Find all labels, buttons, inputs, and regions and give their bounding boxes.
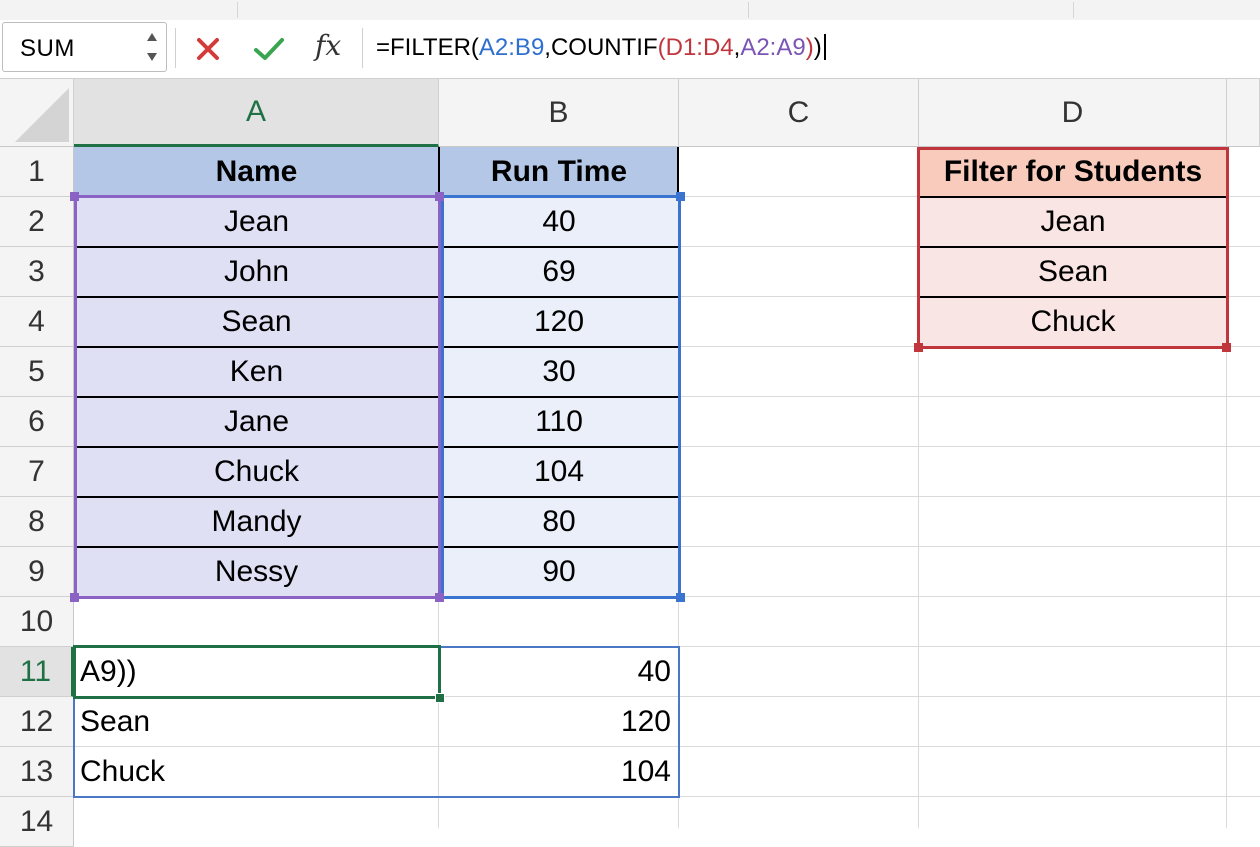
formula-input[interactable]: =FILTER(A2:B9,COUNTIF(D1:D4,A2:A9)) [376, 34, 826, 62]
name-box-value: SUM [20, 35, 75, 62]
active-cell[interactable] [73, 645, 441, 699]
range-handle[interactable] [1222, 343, 1231, 352]
column-header-a[interactable]: A [74, 79, 439, 147]
fill-handle[interactable] [435, 693, 445, 703]
toolbar-separator [237, 2, 238, 18]
formula-ref-a2a9: A2:A9 [740, 34, 806, 61]
row-header[interactable]: 5 [0, 347, 74, 397]
row-header[interactable]: 10 [0, 597, 74, 647]
formula-bar-divider [175, 28, 176, 68]
table-border [677, 147, 679, 197]
table-header-name[interactable]: Name [74, 147, 439, 197]
cancel-icon[interactable] [193, 34, 223, 64]
range-handle[interactable] [435, 192, 444, 201]
enter-check-icon[interactable] [252, 34, 286, 64]
formula-text: ,COUNTIF [544, 34, 658, 61]
formula-paren: ) [805, 34, 814, 61]
spreadsheet-grid: A B C D 1 2 3 4 5 6 7 8 9 10 11 12 13 14… [0, 79, 1260, 847]
column-header-c[interactable]: C [679, 79, 919, 147]
name-box[interactable]: SUM [2, 22, 167, 72]
name-box-stepper-icon[interactable] [144, 27, 160, 67]
row-header[interactable]: 13 [0, 747, 74, 797]
column-header-d[interactable]: D [919, 79, 1227, 147]
range-handle[interactable] [435, 593, 444, 602]
range-handle[interactable] [914, 343, 923, 352]
toolbar-separator [1073, 2, 1074, 18]
row-header[interactable]: 4 [0, 297, 74, 347]
row-header[interactable]: 1 [0, 147, 74, 197]
formula-paren: ( [657, 34, 666, 61]
reference-highlight-d1d4 [917, 147, 1229, 349]
formula-bar-divider [362, 28, 363, 68]
range-handle[interactable] [676, 593, 685, 602]
formula-ref-a2b9: A2:B9 [478, 34, 545, 61]
formula-ref-d1d4: D1:D4 [665, 34, 734, 61]
row-header[interactable]: 14 [0, 797, 74, 847]
range-handle[interactable] [70, 192, 79, 201]
toolbar-separator [748, 2, 749, 18]
formula-bar: SUM fx =FILTER(A2:B9,COUNTIF(D1:D4,A2:A9… [0, 20, 1260, 79]
row-header[interactable]: 9 [0, 547, 74, 597]
range-handle[interactable] [70, 593, 79, 602]
row-header[interactable]: 6 [0, 397, 74, 447]
text-cursor [823, 34, 826, 60]
row-header[interactable]: 2 [0, 197, 74, 247]
range-handle[interactable] [676, 192, 685, 201]
insert-function-icon[interactable]: fx [315, 29, 341, 62]
select-all-corner[interactable] [0, 79, 74, 147]
row-header[interactable]: 8 [0, 497, 74, 547]
reference-highlight-a2a9 [74, 195, 441, 599]
formula-text: =FILTER( [376, 34, 479, 61]
table-header-run-time[interactable]: Run Time [439, 147, 679, 197]
reference-highlight-a2b9 [441, 195, 681, 599]
row-header[interactable]: 11 [0, 647, 74, 697]
formula-paren: ) [813, 34, 822, 61]
row-header[interactable]: 7 [0, 447, 74, 497]
row-header[interactable]: 12 [0, 697, 74, 747]
column-header-b[interactable]: B [439, 79, 679, 147]
row-header[interactable]: 3 [0, 247, 74, 297]
window-top-strip [0, 0, 1260, 20]
column-header-e[interactable] [1227, 79, 1260, 147]
